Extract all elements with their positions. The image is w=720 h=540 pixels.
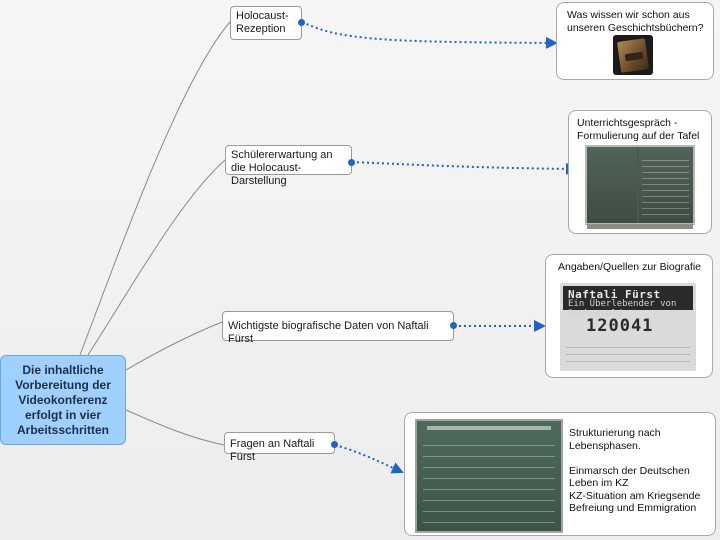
chalkboard-notes-image: [415, 419, 563, 533]
document-number: 120041: [586, 316, 654, 336]
branch-node-label: Holocaust-Rezeption: [236, 10, 289, 35]
card-caption: Was wissen wir schon aus unseren Geschic…: [567, 9, 704, 34]
branch-handle-4[interactable]: [331, 441, 338, 448]
branch-node-3[interactable]: Wichtigste biografische Daten von Naftal…: [222, 311, 454, 345]
blackboard-image: [585, 145, 695, 229]
root-node[interactable]: Die inhaltliche Vorbereitung der Videoko…: [0, 355, 126, 445]
tree-line-1: [79, 21, 231, 356]
dotted-arrow-1: [301, 21, 558, 49]
dotted-arrow-4: [334, 444, 404, 474]
branch-node-1[interactable]: Holocaust-Rezeption: [230, 6, 302, 40]
tree-line-3: [125, 321, 223, 371]
image-card-4[interactable]: Strukturierung nach Lebensphasen. Einmar…: [404, 412, 716, 536]
tree-line-2: [87, 159, 226, 356]
document-scan-image: Naftali Fürst Ein Überlebender von Buche…: [560, 283, 696, 371]
book-icon: [613, 35, 653, 75]
card-caption: Angaben/Quellen zur Biografie: [558, 261, 702, 273]
branch-handle-1[interactable]: [298, 19, 305, 26]
card-caption: Strukturierung nach Lebensphasen. Einmar…: [569, 427, 701, 514]
branch-node-2[interactable]: Schülererwartung an die Holocaust-Darste…: [225, 145, 352, 187]
card-caption: Unterrichtsgespräch - Formulierung auf d…: [577, 117, 700, 142]
branch-handle-2[interactable]: [348, 159, 355, 166]
mindmap-canvas: Die inhaltliche Vorbereitung der Videoko…: [0, 0, 720, 540]
root-node-label: Die inhaltliche Vorbereitung der Videoko…: [15, 362, 111, 437]
tree-line-4: [125, 409, 225, 446]
image-card-1[interactable]: Was wissen wir schon aus unseren Geschic…: [556, 2, 714, 80]
image-card-2[interactable]: Unterrichtsgespräch - Formulierung auf d…: [568, 110, 712, 234]
image-card-3[interactable]: Angaben/Quellen zur Biografie Naftali Fü…: [545, 254, 713, 378]
branch-handle-3[interactable]: [450, 322, 457, 329]
dotted-arrow-2: [351, 161, 578, 175]
branch-node-4[interactable]: Fragen an Naftali Fürst: [224, 432, 335, 463]
